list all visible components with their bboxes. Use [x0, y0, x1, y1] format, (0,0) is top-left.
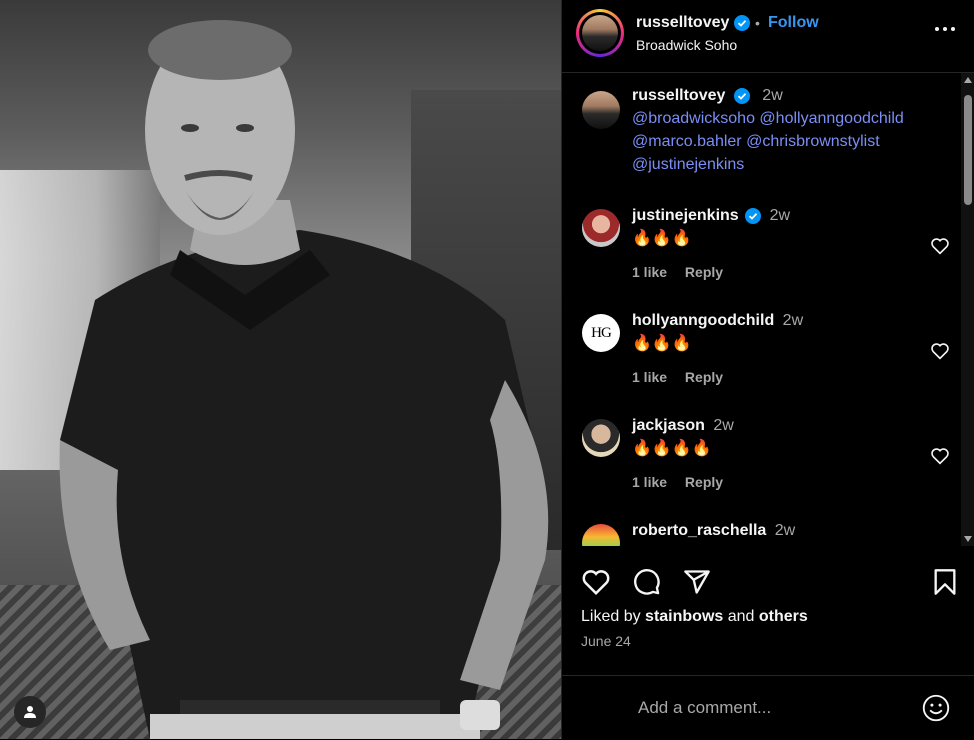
- scroll-down-arrow-icon[interactable]: [964, 536, 972, 542]
- like-comment-heart-icon[interactable]: [930, 447, 950, 465]
- caption-author-username[interactable]: russelltovey: [632, 87, 725, 104]
- mention-link[interactable]: @marco.bahler: [632, 133, 742, 150]
- mention-link[interactable]: @broadwicksoho: [632, 110, 755, 127]
- comments-scrollbar[interactable]: [961, 73, 974, 546]
- caption-time[interactable]: 2w: [762, 87, 782, 104]
- commenter-username[interactable]: justinejenkins: [632, 207, 739, 224]
- commenter-avatar[interactable]: [582, 419, 620, 457]
- post-location[interactable]: Broadwick Soho: [636, 37, 737, 53]
- reply-button[interactable]: Reply: [685, 369, 723, 385]
- follow-button[interactable]: Follow: [768, 14, 819, 32]
- more-dot-icon: [951, 27, 955, 31]
- post-side-panel: russelltovey • Follow Broadwick Soho rus…: [561, 0, 974, 739]
- more-dot-icon: [935, 27, 939, 31]
- comment-likes[interactable]: 1 like: [632, 474, 667, 490]
- commenter-username[interactable]: roberto_raschella: [632, 522, 766, 539]
- comment-time[interactable]: 2w: [783, 312, 803, 329]
- avatar-monogram: HG: [591, 324, 612, 341]
- save-bookmark-icon[interactable]: [933, 568, 957, 596]
- commenter-username[interactable]: jackjason: [632, 417, 705, 434]
- liked-by-prefix: Liked by: [581, 608, 641, 625]
- comments-list[interactable]: russelltovey 2w @broadwicksoho @hollyann…: [562, 73, 960, 546]
- comment-time[interactable]: 2w: [770, 207, 790, 224]
- comment-time[interactable]: 2w: [713, 417, 733, 434]
- photo-subject: [59, 20, 549, 739]
- comment-item: HG hollyanngoodchild 2w 🔥🔥🔥 1 like Reply: [582, 312, 952, 392]
- tagged-users-button[interactable]: [14, 696, 46, 728]
- comment-actions: 1 like Reply: [632, 264, 790, 280]
- add-comment-box[interactable]: Add a comment...: [562, 675, 974, 740]
- comment-text: 🔥🔥🔥🔥: [632, 440, 712, 457]
- comment-text: 🔥🔥🔥: [632, 230, 692, 247]
- liked-by-user[interactable]: stainbows: [645, 608, 723, 625]
- verified-badge-icon: [733, 14, 750, 31]
- like-heart-icon[interactable]: [581, 568, 611, 596]
- post-header: russelltovey • Follow Broadwick Soho: [562, 0, 974, 73]
- liked-by-summary: Liked by stainbows and others: [581, 608, 808, 626]
- liked-by-middle: and: [727, 608, 755, 625]
- commenter-avatar[interactable]: [582, 209, 620, 247]
- share-icon[interactable]: [683, 568, 711, 596]
- commenter-avatar[interactable]: [582, 524, 620, 546]
- reply-button[interactable]: Reply: [685, 474, 723, 490]
- user-icon: [24, 706, 36, 718]
- more-dot-icon: [943, 27, 947, 31]
- comment-likes[interactable]: 1 like: [632, 369, 667, 385]
- verified-badge-icon: [745, 207, 762, 224]
- comment-actions: 1 like Reply: [632, 369, 803, 385]
- author-username-text[interactable]: russelltovey: [636, 14, 729, 31]
- scroll-thumb[interactable]: [964, 95, 972, 205]
- author-avatar[interactable]: [576, 9, 624, 57]
- comment-likes[interactable]: 1 like: [632, 264, 667, 280]
- comment-time[interactable]: 2w: [775, 522, 795, 539]
- like-comment-heart-icon[interactable]: [930, 342, 950, 360]
- post-photo[interactable]: [0, 0, 561, 739]
- caption-text: @broadwicksoho @hollyanngoodchild @marco…: [632, 107, 960, 176]
- post-action-bar: [562, 560, 974, 604]
- add-comment-input[interactable]: Add a comment...: [638, 698, 771, 718]
- commenter-avatar[interactable]: HG: [582, 314, 620, 352]
- comment-text: 🔥🔥🔥: [632, 335, 692, 352]
- comment-icon[interactable]: [633, 568, 661, 596]
- like-comment-heart-icon[interactable]: [930, 237, 950, 255]
- more-options-button[interactable]: [935, 27, 955, 31]
- reply-button[interactable]: Reply: [685, 264, 723, 280]
- comment-actions: 1 like Reply: [632, 474, 737, 490]
- mention-link[interactable]: @hollyanngoodchild: [759, 110, 903, 127]
- scroll-up-arrow-icon[interactable]: [964, 77, 972, 83]
- mention-link[interactable]: @justinejenkins: [632, 156, 744, 173]
- comment-item: roberto_raschella 2w: [582, 522, 952, 546]
- commenter-username[interactable]: hollyanngoodchild: [632, 312, 774, 329]
- separator-dot: •: [755, 15, 760, 31]
- emoji-icon[interactable]: [922, 694, 950, 722]
- author-username[interactable]: russelltovey: [636, 14, 750, 32]
- liked-by-others[interactable]: others: [759, 608, 808, 625]
- caption-author-avatar[interactable]: [582, 91, 620, 129]
- post-date[interactable]: June 24: [581, 633, 631, 649]
- mention-link[interactable]: @chrisbrownstylist: [746, 133, 880, 150]
- verified-badge-icon: [733, 87, 750, 104]
- comment-item: jackjason 2w 🔥🔥🔥🔥 1 like Reply: [582, 417, 952, 497]
- comment-item: justinejenkins 2w 🔥🔥🔥 1 like Reply: [582, 207, 952, 287]
